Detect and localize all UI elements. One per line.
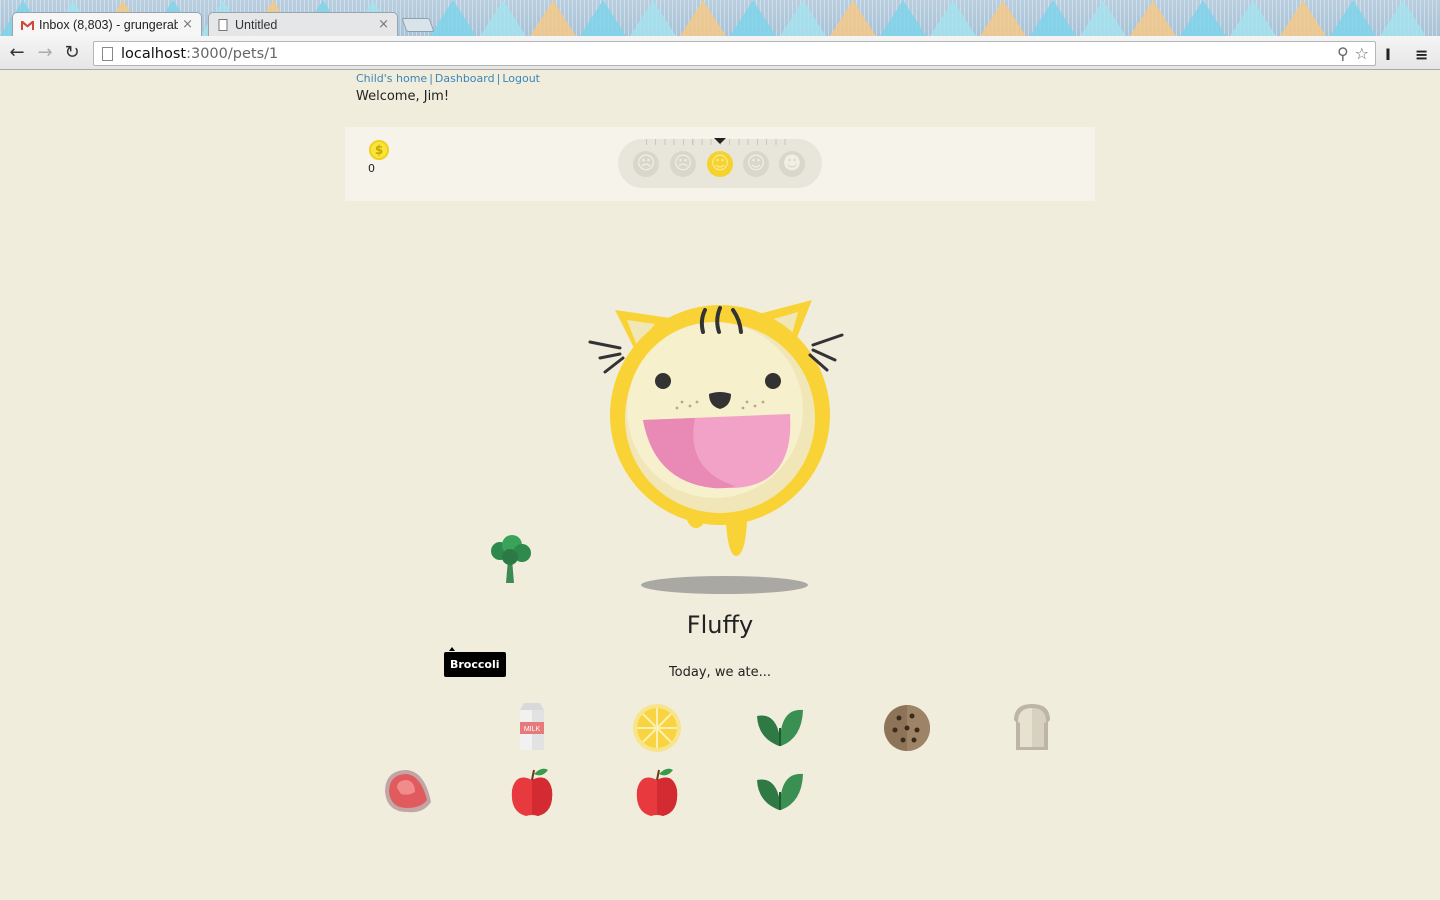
- tab-title: Inbox (8,803) - grungerab: [39, 17, 179, 32]
- tab-title: Untitled: [235, 17, 278, 32]
- search-icon[interactable]: ⚲: [1337, 44, 1349, 63]
- eaten-today-label: Today, we ate...: [668, 665, 772, 680]
- page-icon: [218, 18, 228, 31]
- very-happy-face-icon: ☻: [779, 151, 805, 177]
- address-bar[interactable]: localhost:3000/pets/1 ⚲ ☆: [93, 41, 1376, 66]
- welcome-message: Welcome, Jim!: [356, 89, 450, 104]
- coin-symbol: $: [374, 143, 384, 157]
- very-sad-face-icon: ☹: [633, 151, 659, 177]
- nav-separator: |: [496, 72, 501, 85]
- tooltip-arrow: [449, 647, 455, 651]
- pet-name: Fluffy: [686, 611, 754, 639]
- url-text[interactable]: localhost:3000/pets/1: [121, 46, 278, 62]
- milk-label: MILK: [524, 726, 541, 733]
- gmail-icon: [21, 20, 34, 30]
- neutral-face-icon: ☺: [707, 151, 733, 177]
- tab-untitled[interactable]: Untitled ×: [208, 12, 398, 36]
- nav-separator: |: [429, 72, 433, 85]
- bread-icon: [1004, 700, 1060, 756]
- menu-icon[interactable]: ≡: [1415, 45, 1428, 64]
- pet-fluffy[interactable]: [585, 290, 855, 600]
- meat-icon: [379, 764, 435, 820]
- lemon-icon: [629, 700, 685, 756]
- cookie-icon: [879, 700, 935, 756]
- tab-inbox[interactable]: Inbox (8,803) - grungerab ×: [12, 12, 202, 36]
- back-icon[interactable]: ←: [7, 43, 27, 63]
- mood-meter: ☹ ☹ ☺ ☺ ☻: [618, 138, 822, 188]
- browser-toolbar: ← → ↻ localhost:3000/pets/1 ⚲ ☆ I ≡: [0, 36, 1440, 70]
- spinach-icon: [752, 762, 808, 818]
- dashboard-link[interactable]: Dashboard: [435, 72, 495, 85]
- logout-link[interactable]: Logout: [502, 72, 540, 85]
- url-path: :3000/pets/1: [186, 45, 279, 62]
- top-nav: Child's home | Dashboard | Logout: [356, 72, 540, 85]
- spinach-icon: [752, 698, 808, 754]
- reload-icon[interactable]: ↻: [62, 43, 82, 63]
- coin-count: 0: [368, 162, 375, 175]
- tab-close-icon[interactable]: ×: [182, 17, 193, 32]
- forward-icon[interactable]: →: [35, 43, 55, 63]
- new-tab-button[interactable]: [401, 18, 435, 32]
- star-icon[interactable]: ☆: [1355, 44, 1369, 63]
- url-host: localhost: [121, 45, 187, 62]
- apple-icon: [629, 764, 685, 820]
- happy-face-icon: ☺: [743, 151, 769, 177]
- page-icon: [102, 46, 113, 61]
- status-bar: $ 0 ☹ ☹ ☺ ☺ ☻: [345, 127, 1095, 201]
- milk-icon: MILK: [504, 700, 560, 756]
- pet-shadow: [641, 576, 808, 594]
- tab-close-icon[interactable]: ×: [378, 17, 389, 32]
- sad-face-icon: ☹: [670, 151, 696, 177]
- broccoli-icon[interactable]: [490, 535, 532, 585]
- extension-icon[interactable]: I: [1385, 45, 1391, 64]
- apple-icon: [504, 764, 560, 820]
- mood-pointer-icon: [714, 138, 726, 144]
- childs-home-link[interactable]: Child's home: [356, 72, 427, 85]
- coin-icon: $: [369, 140, 389, 160]
- food-tooltip: Broccoli: [444, 652, 506, 677]
